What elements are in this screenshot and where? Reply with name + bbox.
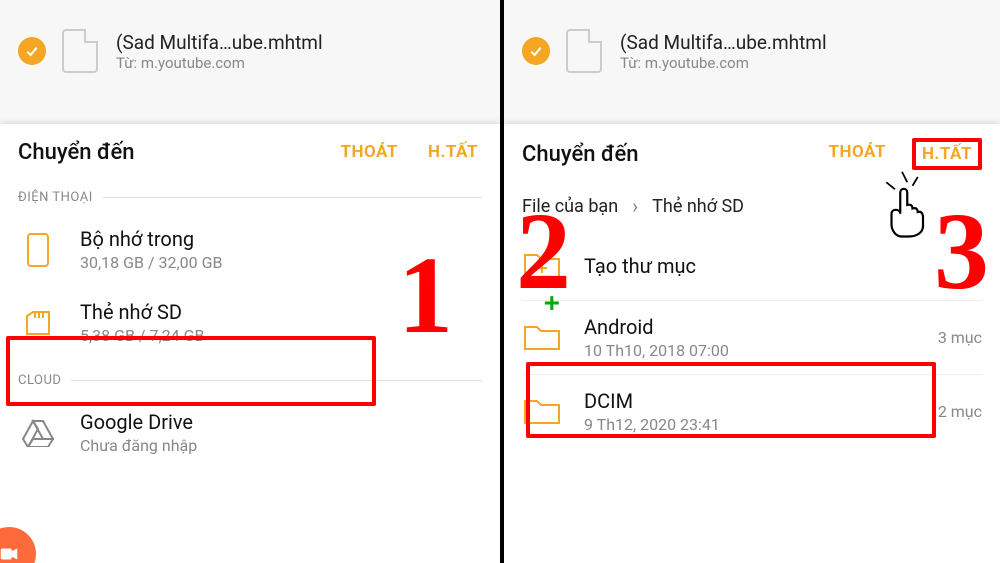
document-icon bbox=[566, 29, 602, 73]
folder-meta: 3 mục bbox=[938, 328, 982, 347]
dimmed-file-list: 13 Th5 20:42 739 KB (Sad Multifa…ube.mht… bbox=[0, 0, 500, 88]
breadcrumb-root[interactable]: File của bạn bbox=[522, 196, 618, 217]
check-icon bbox=[522, 37, 550, 65]
storage-internal[interactable]: Bộ nhớ trong 30,18 GB / 32,00 GB bbox=[0, 213, 500, 286]
pointer-hand-icon bbox=[874, 170, 944, 244]
storage-label: Google Drive bbox=[80, 410, 482, 434]
sdcard-icon bbox=[18, 303, 58, 343]
folder-sub: 9 Th12, 2020 23:41 bbox=[584, 415, 916, 434]
file-row: 13 Th5 20:42 739 KB bbox=[0, 0, 500, 14]
storage-label: Bộ nhớ trong bbox=[80, 227, 482, 251]
folder-plus-icon bbox=[522, 246, 562, 286]
file-title: (Sad Multifa…ube.mhtml bbox=[116, 31, 482, 54]
sheet-title: Chuyển đến bbox=[18, 140, 135, 165]
file-title: (Sad Multifa…ube.mhtml bbox=[620, 31, 982, 54]
breadcrumb-current: Thẻ nhớ SD bbox=[652, 196, 744, 217]
exit-button[interactable]: THOÁT bbox=[336, 138, 402, 166]
section-label: CLOUD bbox=[18, 373, 61, 388]
file-row: 13 Th5 20:42 739 KB bbox=[504, 0, 1000, 14]
phone-icon bbox=[18, 230, 58, 270]
storage-sub: 5,38 GB / 7,24 GB bbox=[80, 326, 482, 345]
pane-left: 13 Th5 20:42 739 KB (Sad Multifa…ube.mht… bbox=[0, 0, 500, 563]
section-cloud: CLOUD bbox=[0, 359, 500, 396]
section-label: ĐIỆN THOẠI bbox=[18, 190, 93, 205]
document-icon bbox=[62, 29, 98, 73]
check-icon bbox=[18, 37, 46, 65]
file-source: Từ: m.youtube.com bbox=[116, 54, 482, 72]
chevron-right-icon: › bbox=[632, 194, 638, 218]
storage-label: Thẻ nhớ SD bbox=[80, 300, 482, 324]
tutorial-composite: 13 Th5 20:42 739 KB (Sad Multifa…ube.mht… bbox=[0, 0, 1000, 563]
gdrive-icon bbox=[18, 413, 58, 453]
folder-label: Android bbox=[584, 315, 916, 339]
storage-sub: 30,18 GB / 32,00 GB bbox=[80, 253, 482, 272]
sheet-title: Chuyển đến bbox=[522, 142, 639, 167]
storage-gdrive[interactable]: Google Drive Chưa đăng nhập bbox=[0, 396, 500, 469]
folder-sub: 10 Th10, 2018 07:00 bbox=[584, 341, 916, 360]
exit-button[interactable]: THOÁT bbox=[824, 138, 890, 170]
file-row-selected: (Sad Multifa…ube.mhtml Từ: m.youtube.com bbox=[0, 14, 500, 88]
sheet-header: Chuyển đến THOÁT H.TẤT bbox=[0, 124, 500, 176]
folder-icon bbox=[522, 318, 562, 358]
move-to-sheet: Chuyển đến THOÁT H.TẤT ĐIỆN THOẠI Bộ nhớ… bbox=[0, 124, 500, 563]
dimmed-file-list: 13 Th5 20:42 739 KB (Sad Multifa…ube.mht… bbox=[504, 0, 1000, 88]
cursor-plus-icon: + bbox=[544, 288, 560, 318]
file-source: Từ: m.youtube.com bbox=[620, 54, 982, 72]
folder-dcim[interactable]: DCIM 9 Th12, 2020 23:41 2 mục bbox=[504, 375, 1000, 448]
storage-sub: Chưa đăng nhập bbox=[80, 436, 482, 455]
folder-android[interactable]: Android 10 Th10, 2018 07:00 3 mục bbox=[504, 301, 1000, 374]
file-row-selected: (Sad Multifa…ube.mhtml Từ: m.youtube.com bbox=[504, 14, 1000, 88]
done-button[interactable]: H.TẤT bbox=[912, 138, 982, 170]
pane-right: 13 Th5 20:42 739 KB (Sad Multifa…ube.mht… bbox=[500, 0, 1000, 563]
folder-label: DCIM bbox=[584, 389, 916, 413]
folder-meta: 2 mục bbox=[938, 402, 982, 421]
folder-icon bbox=[522, 392, 562, 432]
new-folder-label: Tạo thư mục bbox=[584, 254, 982, 278]
section-phone: ĐIỆN THOẠI bbox=[0, 176, 500, 213]
done-button[interactable]: H.TẤT bbox=[424, 138, 482, 166]
storage-sdcard[interactable]: Thẻ nhớ SD 5,38 GB / 7,24 GB bbox=[0, 286, 500, 359]
